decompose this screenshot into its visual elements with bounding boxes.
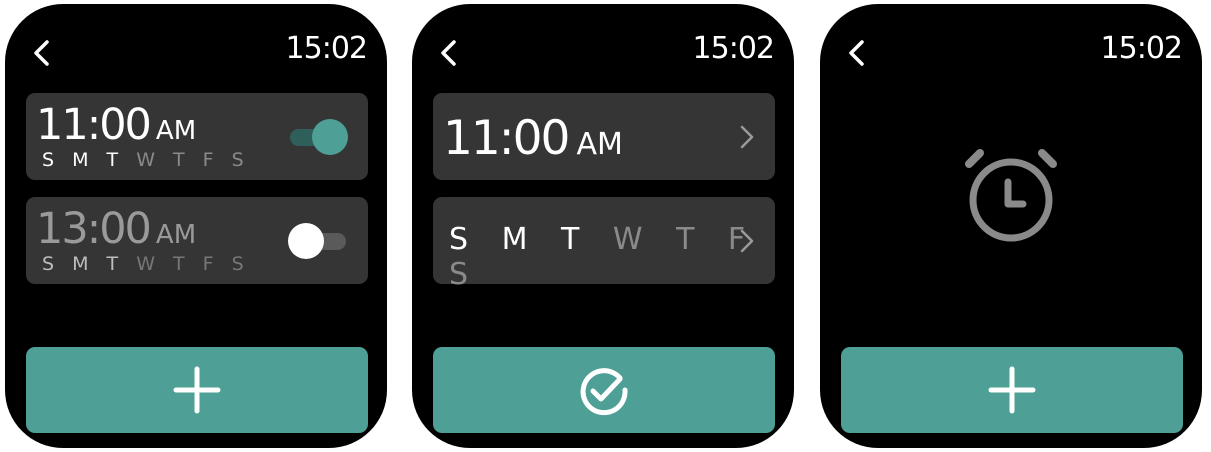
alarm-card[interactable]: 13:00 AM S M T W T F S: [26, 197, 368, 284]
add-alarm-button[interactable]: [841, 347, 1183, 433]
chevron-right-icon: [740, 229, 754, 253]
alarm-days: S M T W T F S: [42, 253, 250, 275]
edit-alarm-screen: 15:02 11:00 AM S M T W T F S: [412, 4, 794, 448]
alarm-toggle[interactable]: [286, 119, 350, 155]
alarm-time: 11:00 AM: [443, 111, 623, 166]
alarm-clock-icon: [965, 149, 1057, 242]
alarm-card[interactable]: 11:00 AM S M T W T F S: [26, 93, 368, 180]
time-picker-row[interactable]: 11:00 AM: [433, 93, 775, 180]
alarm-days: S M T W T F S: [449, 222, 758, 292]
plus-icon: [173, 366, 221, 414]
alarm-days: S M T W T F S: [42, 149, 250, 171]
alarm-time: 13:00 AM: [36, 204, 197, 254]
alarm-time: 11:00 AM: [36, 100, 197, 150]
empty-alarms-screen: 15:02: [820, 4, 1202, 448]
status-clock: 15:02: [285, 31, 368, 66]
chevron-right-icon: [740, 125, 754, 149]
plus-icon: [988, 366, 1036, 414]
back-chevron-icon[interactable]: [29, 38, 55, 68]
back-chevron-icon[interactable]: [436, 38, 462, 68]
status-clock: 15:02: [692, 31, 775, 66]
alarm-toggle[interactable]: [286, 223, 350, 259]
repeat-days-row[interactable]: S M T W T F S: [433, 197, 775, 292]
back-chevron-icon[interactable]: [844, 38, 870, 68]
confirm-button[interactable]: [433, 347, 775, 433]
check-circle-icon: [580, 368, 628, 416]
add-alarm-button[interactable]: [26, 347, 368, 433]
alarm-list-screen: 15:02 11:00 AM S M T W T F S 13:00 AM S M …: [5, 4, 387, 448]
status-clock: 15:02: [1100, 31, 1183, 66]
